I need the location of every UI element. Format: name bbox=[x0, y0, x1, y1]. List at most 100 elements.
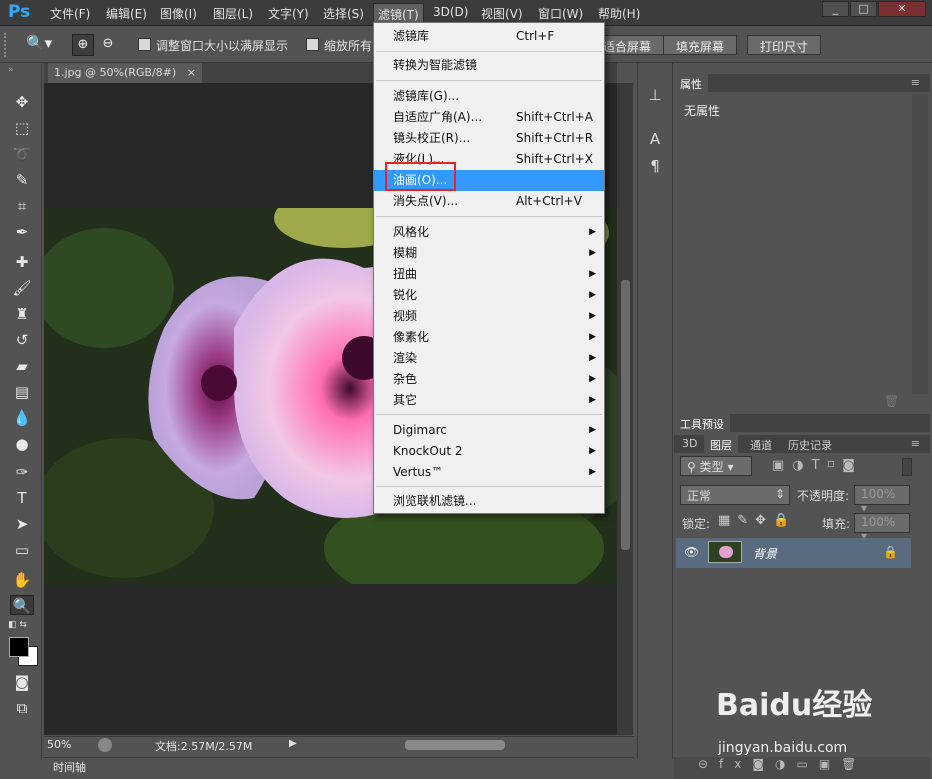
menu-item-knockout[interactable]: KnockOut 2 ▶ bbox=[374, 441, 604, 462]
menu-item-adaptive-wide-angle[interactable]: 自适应广角(A)... Shift+Ctrl+A bbox=[374, 107, 604, 128]
layer-filter-icons[interactable]: ▣◑T⌑◙ bbox=[772, 458, 863, 473]
layers-footer-icons[interactable]: ⊝fx◙◑▭▣🗑 bbox=[674, 757, 930, 779]
menu-item-vertus[interactable]: Vertus™ ▶ bbox=[374, 462, 604, 483]
print-size-button[interactable]: 打印尺寸 bbox=[747, 35, 822, 55]
menu-item-vanishing-point[interactable]: 消失点(V)... Alt+Ctrl+V bbox=[374, 191, 604, 212]
zoom-out-icon[interactable]: ⊖ bbox=[97, 34, 119, 56]
zoom-tool-icon[interactable]: 🔍 bbox=[10, 595, 34, 615]
menu-item-filter-gallery[interactable]: 滤镜库(G)... bbox=[374, 86, 604, 107]
menu-type[interactable]: 文字(Y) bbox=[268, 5, 309, 22]
tab-3d[interactable]: 3D bbox=[676, 435, 703, 453]
menu-item-other[interactable]: 其它 ▶ bbox=[374, 390, 604, 411]
eraser-tool-icon[interactable]: ▰ bbox=[10, 356, 34, 376]
menu-item-stylize[interactable]: 风格化 ▶ bbox=[374, 222, 604, 243]
toolbox-collapse-icon[interactable]: » bbox=[8, 65, 14, 75]
menu-window[interactable]: 窗口(W) bbox=[538, 5, 583, 22]
menu-image[interactable]: 图像(I) bbox=[160, 5, 197, 22]
tab-history[interactable]: 历史记录 bbox=[782, 435, 838, 453]
blur-tool-icon[interactable]: 💧 bbox=[10, 408, 34, 428]
menu-file[interactable]: 文件(F) bbox=[50, 5, 90, 22]
close-tab-icon[interactable]: × bbox=[187, 66, 196, 79]
zoom-in-icon[interactable]: ⊕ bbox=[72, 34, 94, 56]
quick-mask-icon[interactable]: ◙ bbox=[10, 672, 34, 692]
opacity-field[interactable]: 100% ▾ bbox=[854, 485, 910, 515]
menu-3d[interactable]: 3D(D) bbox=[433, 5, 468, 19]
menu-item-blur[interactable]: 模糊 ▶ bbox=[374, 243, 604, 264]
shape-tool-icon[interactable]: ▭ bbox=[10, 540, 34, 560]
menu-item-pixelate[interactable]: 像素化 ▶ bbox=[374, 327, 604, 348]
zoom-all-checkbox[interactable] bbox=[306, 38, 319, 51]
eyedropper-tool-icon[interactable]: ✒ bbox=[10, 222, 34, 242]
clone-stamp-tool-icon[interactable]: ♜ bbox=[10, 304, 34, 324]
gradient-tool-icon[interactable]: ▤ bbox=[10, 382, 34, 402]
menu-filter[interactable]: 滤镜(T) bbox=[373, 3, 424, 23]
status-menu-arrow-icon[interactable]: ▶ bbox=[289, 738, 297, 749]
menu-item-digimarc[interactable]: Digimarc ▶ bbox=[374, 420, 604, 441]
submenu-arrow-icon: ▶ bbox=[589, 353, 596, 363]
vertical-scroll-thumb[interactable] bbox=[621, 280, 630, 550]
menu-edit[interactable]: 编辑(E) bbox=[106, 5, 147, 22]
menu-item-browse-online-filters[interactable]: 浏览联机滤镜... bbox=[374, 491, 604, 512]
screen-mode-icon[interactable]: ⧉ bbox=[10, 698, 34, 718]
lock-options-icons[interactable]: ▦✎✥🔒 bbox=[718, 513, 796, 528]
layer-visibility-eye-icon[interactable]: 👁 bbox=[684, 545, 699, 559]
tab-tool-presets[interactable]: 工具预设 bbox=[674, 414, 730, 432]
menu-item-noise[interactable]: 杂色 ▶ bbox=[374, 369, 604, 390]
path-select-tool-icon[interactable]: ➤ bbox=[10, 514, 34, 534]
menu-item-filter-gallery-last[interactable]: 滤镜库 Ctrl+F bbox=[374, 26, 604, 47]
options-grip[interactable] bbox=[4, 33, 9, 57]
default-colors-icon[interactable]: ◧ ⇆ bbox=[8, 620, 27, 630]
menu-help[interactable]: 帮助(H) bbox=[598, 5, 640, 22]
layer-name[interactable]: 背景 bbox=[753, 545, 777, 562]
layer-filter-kind-select[interactable]: ⚲ 类型 ▾ bbox=[680, 456, 752, 476]
menu-layer[interactable]: 图层(L) bbox=[213, 5, 253, 22]
brush-tool-icon[interactable]: 🖌 bbox=[10, 278, 34, 298]
panel-menu-icon[interactable]: ≡ bbox=[905, 435, 926, 453]
filter-toggle[interactable] bbox=[902, 458, 912, 476]
menu-item-video[interactable]: 视频 ▶ bbox=[374, 306, 604, 327]
tab-channels[interactable]: 通道 bbox=[744, 435, 778, 453]
resize-windows-checkbox[interactable] bbox=[138, 38, 151, 51]
timeline-tab[interactable]: 时间轴 bbox=[53, 759, 86, 775]
properties-scrollbar[interactable] bbox=[912, 94, 928, 394]
minimize-button[interactable]: _ bbox=[822, 1, 849, 17]
menu-item-sharpen[interactable]: 锐化 ▶ bbox=[374, 285, 604, 306]
crop-tool-icon[interactable]: ⌗ bbox=[10, 196, 34, 216]
fill-field[interactable]: 100% ▾ bbox=[854, 513, 910, 543]
tool-presets-icon[interactable]: ⊥ bbox=[644, 86, 666, 106]
character-panel-icon[interactable]: A bbox=[644, 130, 666, 150]
zoom-level[interactable]: 50% bbox=[47, 738, 71, 751]
quick-select-tool-icon[interactable]: ✎ bbox=[10, 170, 34, 190]
layer-lock-icon: 🔒 bbox=[883, 545, 898, 559]
menu-item-convert-smart-filter[interactable]: 转换为智能滤镜 bbox=[374, 55, 604, 76]
move-tool-icon[interactable]: ✥ bbox=[10, 92, 34, 112]
foreground-color-swatch[interactable] bbox=[9, 637, 29, 657]
search-icon: ⚲ bbox=[687, 460, 696, 474]
status-info-icon[interactable] bbox=[98, 738, 112, 752]
dodge-tool-icon[interactable]: ● bbox=[10, 434, 34, 454]
zoom-tool-preset-icon[interactable]: 🔍▾ bbox=[26, 34, 60, 56]
horizontal-scroll-thumb[interactable] bbox=[405, 740, 505, 750]
hand-tool-icon[interactable]: ✋ bbox=[10, 570, 34, 590]
menu-select[interactable]: 选择(S) bbox=[323, 5, 364, 22]
maximize-button[interactable]: □ bbox=[850, 1, 877, 17]
delete-icon[interactable]: 🗑 bbox=[884, 394, 899, 408]
type-tool-icon[interactable]: T bbox=[10, 488, 34, 508]
lasso-tool-icon[interactable]: ➰ bbox=[10, 144, 34, 164]
menu-item-lens-correction[interactable]: 镜头校正(R)... Shift+Ctrl+R bbox=[374, 128, 604, 149]
menu-view[interactable]: 视图(V) bbox=[481, 5, 523, 22]
blend-mode-select[interactable]: 正常 ⇕ bbox=[680, 485, 790, 505]
menu-item-distort[interactable]: 扭曲 ▶ bbox=[374, 264, 604, 285]
healing-brush-tool-icon[interactable]: ✚ bbox=[10, 252, 34, 272]
history-brush-tool-icon[interactable]: ↺ bbox=[10, 330, 34, 350]
marquee-tool-icon[interactable]: ⬚ bbox=[10, 118, 34, 138]
pen-tool-icon[interactable]: ✑ bbox=[10, 462, 34, 482]
paragraph-panel-icon[interactable]: ¶ bbox=[644, 157, 666, 177]
fill-screen-button[interactable]: 填充屏幕 bbox=[663, 35, 738, 55]
panel-menu-icon[interactable]: ≡ bbox=[905, 74, 926, 92]
tab-properties[interactable]: 属性 bbox=[674, 74, 708, 92]
tab-layers[interactable]: 图层 bbox=[704, 435, 738, 453]
close-button[interactable]: ✕ bbox=[878, 1, 926, 17]
document-tab[interactable]: 1.jpg @ 50%(RGB/8#) × bbox=[48, 63, 202, 83]
menu-item-render[interactable]: 渲染 ▶ bbox=[374, 348, 604, 369]
